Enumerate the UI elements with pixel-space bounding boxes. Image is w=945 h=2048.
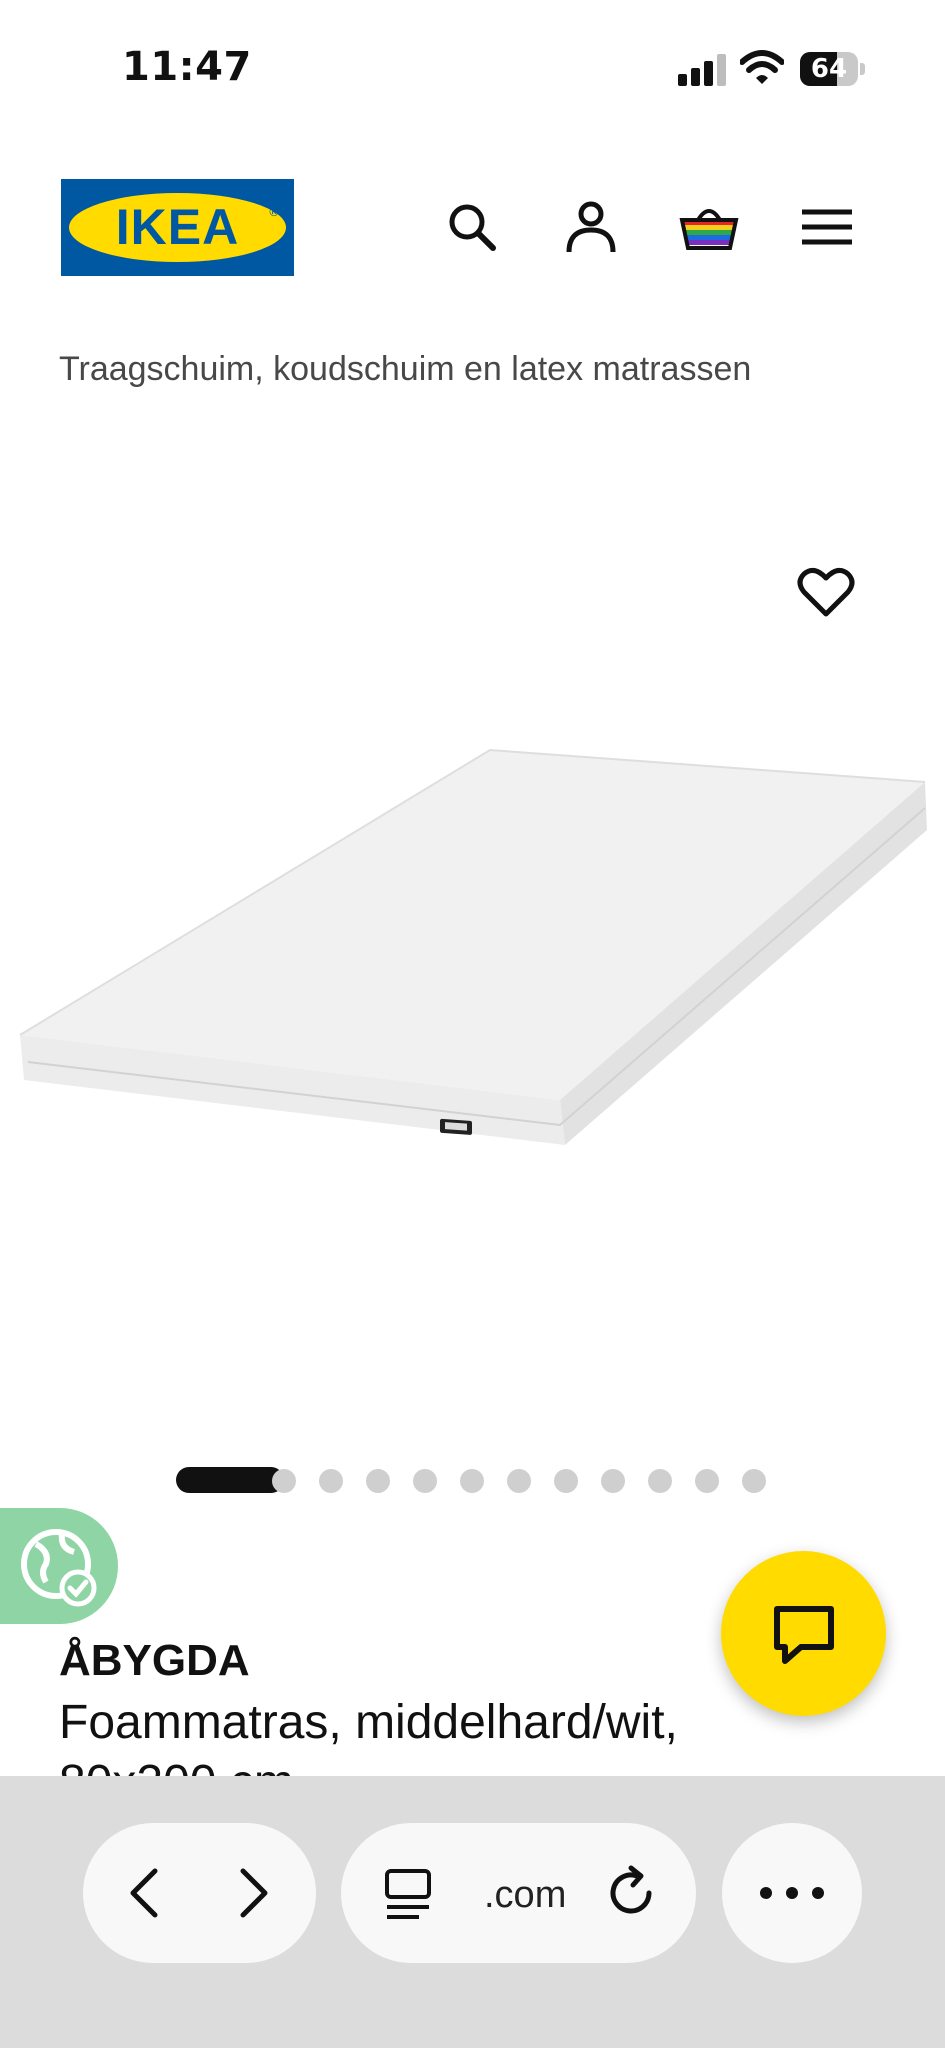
carousel-dot[interactable]: [742, 1469, 766, 1493]
carousel-dot[interactable]: [601, 1469, 625, 1493]
carousel-dot[interactable]: [507, 1469, 531, 1493]
battery-level: 64: [810, 54, 848, 84]
battery-icon: 64: [800, 52, 866, 86]
back-arrow-icon[interactable]: [119, 1865, 175, 1925]
carousel-dot[interactable]: [272, 1469, 296, 1493]
carousel-dot[interactable]: [366, 1469, 390, 1493]
shopping-basket-icon[interactable]: [678, 196, 740, 258]
search-icon[interactable]: [441, 196, 503, 258]
carousel-dot[interactable]: [413, 1469, 437, 1493]
status-time: 11:47: [122, 44, 252, 90]
globe-check-icon: [21, 1529, 97, 1607]
chat-button[interactable]: [721, 1551, 886, 1716]
carousel-dot[interactable]: [319, 1469, 343, 1493]
product-name: ÅBYGDA: [59, 1636, 250, 1685]
carousel-dot[interactable]: [695, 1469, 719, 1493]
chat-icon: [774, 1606, 834, 1664]
ikea-logo[interactable]: IKEA ®: [61, 179, 294, 276]
cellular-signal-icon: [678, 54, 730, 86]
logo-text: IKEA: [115, 199, 240, 255]
breadcrumb-category[interactable]: Traagschuim, koudschuim en latex matrass…: [59, 350, 751, 389]
reload-icon[interactable]: [603, 1863, 661, 1927]
more-options-button[interactable]: [722, 1823, 862, 1963]
product-description: Foammatras, middelhard/wit,: [59, 1696, 678, 1749]
status-bar: 11:47 64: [0, 0, 945, 120]
logo-registered-mark: ®: [268, 205, 280, 219]
menu-icon[interactable]: [796, 196, 858, 258]
product-image-mattress[interactable]: [0, 700, 945, 1300]
account-icon[interactable]: [560, 196, 622, 258]
carousel-dot[interactable]: [460, 1469, 484, 1493]
wifi-icon: [739, 50, 785, 86]
page-format-icon[interactable]: [383, 1867, 433, 1925]
forward-arrow-icon[interactable]: [223, 1865, 279, 1925]
carousel-dot[interactable]: [554, 1469, 578, 1493]
heart-icon[interactable]: [796, 562, 856, 622]
navigation-pill: [83, 1823, 316, 1963]
carousel-dot[interactable]: [648, 1469, 672, 1493]
browser-toolbar: .com: [0, 1776, 945, 2048]
more-dots-icon: [756, 1883, 828, 1907]
accessibility-globe-badge[interactable]: [0, 1508, 118, 1624]
carousel-dot-active[interactable]: [176, 1467, 284, 1493]
url-text[interactable]: .com: [484, 1874, 566, 1917]
